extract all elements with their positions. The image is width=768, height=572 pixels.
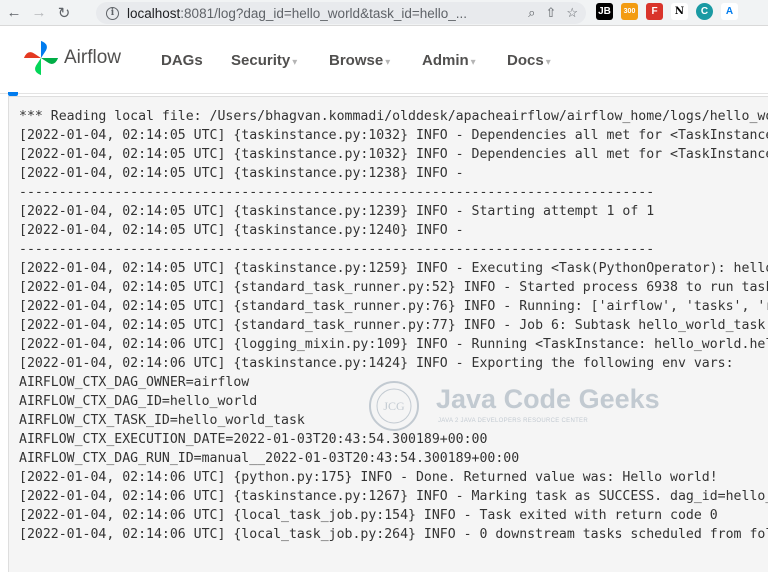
chevron-down-icon: ▾ [470, 57, 476, 68]
log-line: [2022-01-04, 02:14:05 UTC] {taskinstance… [19, 128, 768, 143]
log-line: [2022-01-04, 02:14:06 UTC] {taskinstance… [19, 489, 768, 504]
log-line: [2022-01-04, 02:14:05 UTC] {taskinstance… [19, 166, 464, 181]
log-line: AIRFLOW_CTX_DAG_OWNER=airflow [19, 375, 250, 390]
bookmark-star-icon[interactable]: ☆ [566, 5, 578, 21]
forward-icon[interactable]: → [28, 2, 50, 24]
airflow-navbar: Airflow DAGs Security ▾ Browse ▾ Admin ▾ Do… [0, 26, 768, 94]
extension-flipboard-icon[interactable]: F [646, 3, 663, 20]
log-line: AIRFLOW_CTX_TASK_ID=hello_world_task [19, 413, 305, 428]
menu-dags-label: DAGs [161, 52, 203, 69]
menu-dags[interactable]: DAGs [161, 52, 203, 69]
log-line: AIRFLOW_CTX_EXECUTION_DATE=2022-01-03T20… [19, 432, 488, 447]
brand-name[interactable]: Airflow [64, 47, 121, 69]
log-panel[interactable]: *** Reading local file: /Users/bhagvan.k… [8, 96, 768, 572]
url-path: :8081/log?dag_id=hello_world&task_id=hel… [180, 5, 468, 21]
menu-browse-label: Browse [329, 52, 384, 69]
watermark-subtitle: JAVA 2 JAVA DEVELOPERS RESOURCE CENTER [438, 418, 588, 424]
log-line: [2022-01-04, 02:14:06 UTC] {taskinstance… [19, 356, 734, 371]
extension-airflow-icon[interactable]: A [721, 3, 738, 20]
url-text[interactable]: localhost:8081/log?dag_id=hello_world&ta… [127, 6, 467, 21]
watermark-title: Java Code Geeks [436, 384, 660, 414]
log-line: [2022-01-04, 02:14:05 UTC] {taskinstance… [19, 223, 464, 238]
log-line: [2022-01-04, 02:14:06 UTC] {logging_mixi… [19, 337, 768, 352]
log-line: AIRFLOW_CTX_DAG_ID=hello_world [19, 394, 258, 409]
log-line: [2022-01-04, 02:14:06 UTC] {local_task_j… [19, 508, 718, 523]
menu-admin-label: Admin [422, 52, 469, 69]
chevron-down-icon: ▾ [545, 57, 551, 68]
java-code-geeks-watermark: JCG Java Code Geeks JAVA 2 JAVA DEVELOPE… [366, 378, 660, 434]
badge-text: JCG [383, 399, 405, 413]
log-line: AIRFLOW_CTX_DAG_RUN_ID=manual__2022-01-0… [19, 451, 520, 466]
log-line: [2022-01-04, 02:14:06 UTC] {local_task_j… [19, 527, 768, 542]
address-bar[interactable]: i localhost:8081/log?dag_id=hello_world&… [96, 2, 586, 24]
jcg-badge-icon: JCG [369, 381, 419, 431]
extension-c-icon[interactable]: C [696, 3, 713, 20]
extension-notion-icon[interactable]: N [671, 3, 688, 20]
extension-jb-icon[interactable]: JB [596, 3, 613, 20]
menu-docs-label: Docs [507, 52, 544, 69]
chevron-down-icon: ▾ [385, 57, 391, 68]
airflow-logo-icon[interactable] [22, 39, 60, 77]
menu-security[interactable]: Security ▾ [231, 52, 297, 69]
info-icon[interactable]: i [106, 6, 119, 20]
log-line: *** Reading local file: /Users/bhagvan.k… [19, 109, 768, 124]
reload-icon[interactable]: ↻ [53, 2, 75, 24]
log-line: [2022-01-04, 02:14:05 UTC] {standard_tas… [19, 280, 768, 295]
log-separator: ----------------------------------------… [19, 242, 655, 257]
menu-browse[interactable]: Browse ▾ [329, 52, 390, 69]
log-line: [2022-01-04, 02:14:05 UTC] {standard_tas… [19, 299, 768, 314]
extension-rss-icon[interactable]: 300 [621, 3, 638, 20]
log-line: [2022-01-04, 02:14:05 UTC] {standard_tas… [19, 318, 766, 333]
log-separator: ----------------------------------------… [19, 185, 655, 200]
zoom-icon[interactable]: ⌕ [528, 5, 535, 21]
log-line: [2022-01-04, 02:14:05 UTC] {taskinstance… [19, 147, 768, 162]
back-icon[interactable]: ← [3, 2, 25, 24]
log-line: [2022-01-04, 02:14:05 UTC] {taskinstance… [19, 204, 655, 219]
extension-icons: JB 300 F N C A [596, 3, 738, 20]
log-line: [2022-01-04, 02:14:06 UTC] {python.py:17… [19, 470, 718, 485]
log-line: [2022-01-04, 02:14:05 UTC] {taskinstance… [19, 261, 768, 276]
menu-docs[interactable]: Docs ▾ [507, 52, 551, 69]
share-icon[interactable]: ⇧ [545, 5, 556, 21]
menu-security-label: Security [231, 52, 291, 69]
url-host: localhost [127, 5, 181, 21]
menu-admin[interactable]: Admin ▾ [422, 52, 476, 69]
browser-toolbar: ← → ↻ i localhost:8081/log?dag_id=hello_… [0, 0, 768, 26]
chevron-down-icon: ▾ [292, 57, 298, 68]
